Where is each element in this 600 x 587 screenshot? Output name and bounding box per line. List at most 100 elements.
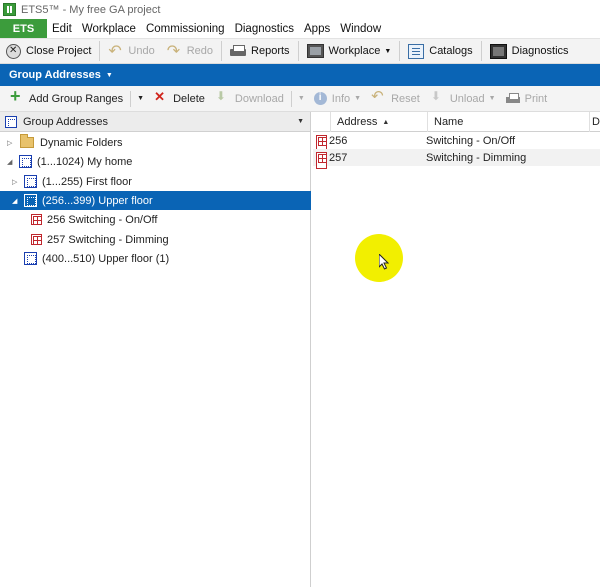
undo-label: Undo	[128, 45, 155, 57]
menu-window[interactable]: Window	[335, 23, 386, 35]
toolbar-divider	[480, 41, 482, 61]
chevron-down-icon: ▼	[354, 95, 362, 102]
menu-diagnostics[interactable]: Diagnostics	[230, 23, 299, 35]
diagnostics-label: Diagnostics	[511, 45, 569, 57]
download-button[interactable]: Download	[210, 88, 289, 110]
folder-icon	[20, 134, 34, 148]
main-toolbar: Close Project Undo Redo Reports Workplac…	[0, 38, 600, 64]
add-group-ranges-button[interactable]: Add Group Ranges	[4, 86, 128, 110]
close-project-button[interactable]: Close Project	[0, 39, 97, 63]
redo-label: Redo	[186, 45, 214, 57]
action-toolbar: Add Group Ranges ▼ Delete Download ▼ Inf…	[0, 86, 600, 112]
catalogs-button[interactable]: Catalogs	[402, 39, 478, 63]
print-label: Print	[524, 92, 548, 105]
cell-address: 256	[329, 134, 348, 147]
column-header-label: Address	[337, 116, 378, 128]
table-row[interactable]: 256 Switching - On/Off	[313, 132, 600, 152]
table-row[interactable]: 257 Switching - Dimming	[313, 149, 600, 169]
workplace-label: Workplace	[328, 45, 381, 57]
delete-icon	[153, 89, 168, 106]
tree-item-label: (1...255) First floor	[42, 175, 132, 188]
reset-button[interactable]: Reset	[366, 87, 425, 110]
plus-icon	[9, 86, 24, 107]
tree-item-my-home[interactable]: ◢ (1...1024) My home	[0, 152, 311, 171]
tree-item-ga-257[interactable]: 257 Switching - Dimming	[0, 230, 311, 249]
reset-label: Reset	[391, 92, 420, 105]
chevron-down-icon[interactable]: ▼	[137, 95, 144, 102]
tree-item-label: 257 Switching - Dimming	[47, 233, 169, 246]
column-header-label: D	[592, 116, 600, 128]
toolbar-divider	[297, 41, 299, 61]
group-range-icon	[5, 115, 17, 128]
chevron-down-icon: ▼	[488, 95, 496, 102]
reports-button[interactable]: Reports	[224, 39, 296, 63]
tree-item-upper-floor-1[interactable]: (400...510) Upper floor (1)	[0, 249, 311, 268]
delete-button[interactable]: Delete	[148, 88, 210, 110]
chevron-down-icon[interactable]: ▼	[297, 118, 304, 125]
grid-header-spacer	[313, 112, 331, 132]
workplace-button[interactable]: Workplace ▼	[301, 39, 398, 63]
expand-arrow-icon[interactable]: ▷	[12, 178, 17, 186]
title-bar: ETS5™ - My free GA project	[0, 0, 600, 19]
redo-button[interactable]: Redo	[161, 39, 219, 63]
toolbar-divider	[399, 41, 401, 61]
printer-icon	[505, 93, 520, 104]
menu-bar: ETS Edit Workplace Commissioning Diagnos…	[0, 19, 600, 38]
unload-icon	[430, 89, 445, 106]
menu-commissioning[interactable]: Commissioning	[141, 23, 230, 35]
diagnostics-icon	[489, 43, 507, 59]
chevron-down-icon[interactable]: ▼	[298, 95, 305, 102]
ets-menu-button[interactable]: ETS	[0, 19, 47, 38]
info-button[interactable]: Info ▼	[309, 88, 366, 110]
cell-address: 257	[329, 151, 348, 164]
tree-item-label: (400...510) Upper floor (1)	[42, 252, 170, 265]
reset-icon	[371, 87, 386, 106]
cell-name: Switching - Dimming	[426, 151, 527, 164]
ets-app-icon	[3, 3, 16, 16]
column-header-address[interactable]: Address ▲	[331, 112, 428, 132]
download-label: Download	[234, 92, 284, 105]
collapse-arrow-icon[interactable]: ◢	[12, 197, 17, 205]
undo-button[interactable]: Undo	[102, 39, 160, 63]
sort-ascending-icon: ▲	[382, 118, 390, 126]
close-project-label: Close Project	[26, 45, 92, 57]
tree-item-dynamic-folders[interactable]: ▷ Dynamic Folders	[0, 133, 311, 152]
action-divider	[130, 90, 132, 107]
collapse-arrow-icon[interactable]: ◢	[7, 158, 12, 166]
group-address-icon	[31, 234, 42, 245]
tree-item-label: (256...399) Upper floor	[42, 194, 153, 207]
window-title: ETS5™ - My free GA project	[21, 3, 161, 16]
undo-icon	[108, 41, 123, 61]
print-button[interactable]: Print	[501, 88, 553, 110]
group-address-icon	[316, 152, 327, 169]
unload-button[interactable]: Unload ▼	[425, 88, 501, 110]
diagnostics-button[interactable]: Diagnostics	[484, 39, 575, 63]
tree-item-first-floor[interactable]: ▷ (1...255) First floor	[0, 172, 311, 191]
mouse-pointer-icon	[379, 254, 389, 270]
catalogs-label: Catalogs	[429, 45, 473, 57]
group-range-icon	[24, 175, 37, 188]
action-divider	[290, 90, 292, 107]
unload-label: Unload	[449, 92, 485, 105]
tree-header[interactable]: Group Addresses ▼	[0, 112, 310, 132]
expand-arrow-icon[interactable]: ▷	[7, 139, 12, 147]
workplace-icon	[306, 44, 324, 58]
group-address-icon	[31, 214, 42, 225]
tree-header-label: Group Addresses	[23, 115, 108, 128]
panel-title: Group Addresses	[9, 69, 101, 81]
group-range-icon	[19, 155, 32, 168]
column-header-name[interactable]: Name	[428, 112, 590, 132]
group-addresses-panel-title[interactable]: Group Addresses ▼	[0, 64, 600, 86]
chevron-down-icon: ▼	[384, 47, 392, 55]
tree-item-upper-floor[interactable]: ◢ (256...399) Upper floor	[0, 191, 311, 210]
reports-label: Reports	[251, 45, 290, 57]
tree-item-ga-256[interactable]: 256 Switching - On/Off	[0, 210, 311, 229]
menu-apps[interactable]: Apps	[299, 23, 335, 35]
column-header-label: Name	[434, 116, 464, 128]
menu-workplace[interactable]: Workplace	[77, 23, 141, 35]
toolbar-divider	[99, 41, 101, 61]
menu-edit[interactable]: Edit	[47, 23, 77, 35]
chevron-down-icon: ▼	[105, 71, 113, 79]
info-label: Info	[331, 92, 351, 105]
column-header-d[interactable]: D	[590, 112, 600, 132]
